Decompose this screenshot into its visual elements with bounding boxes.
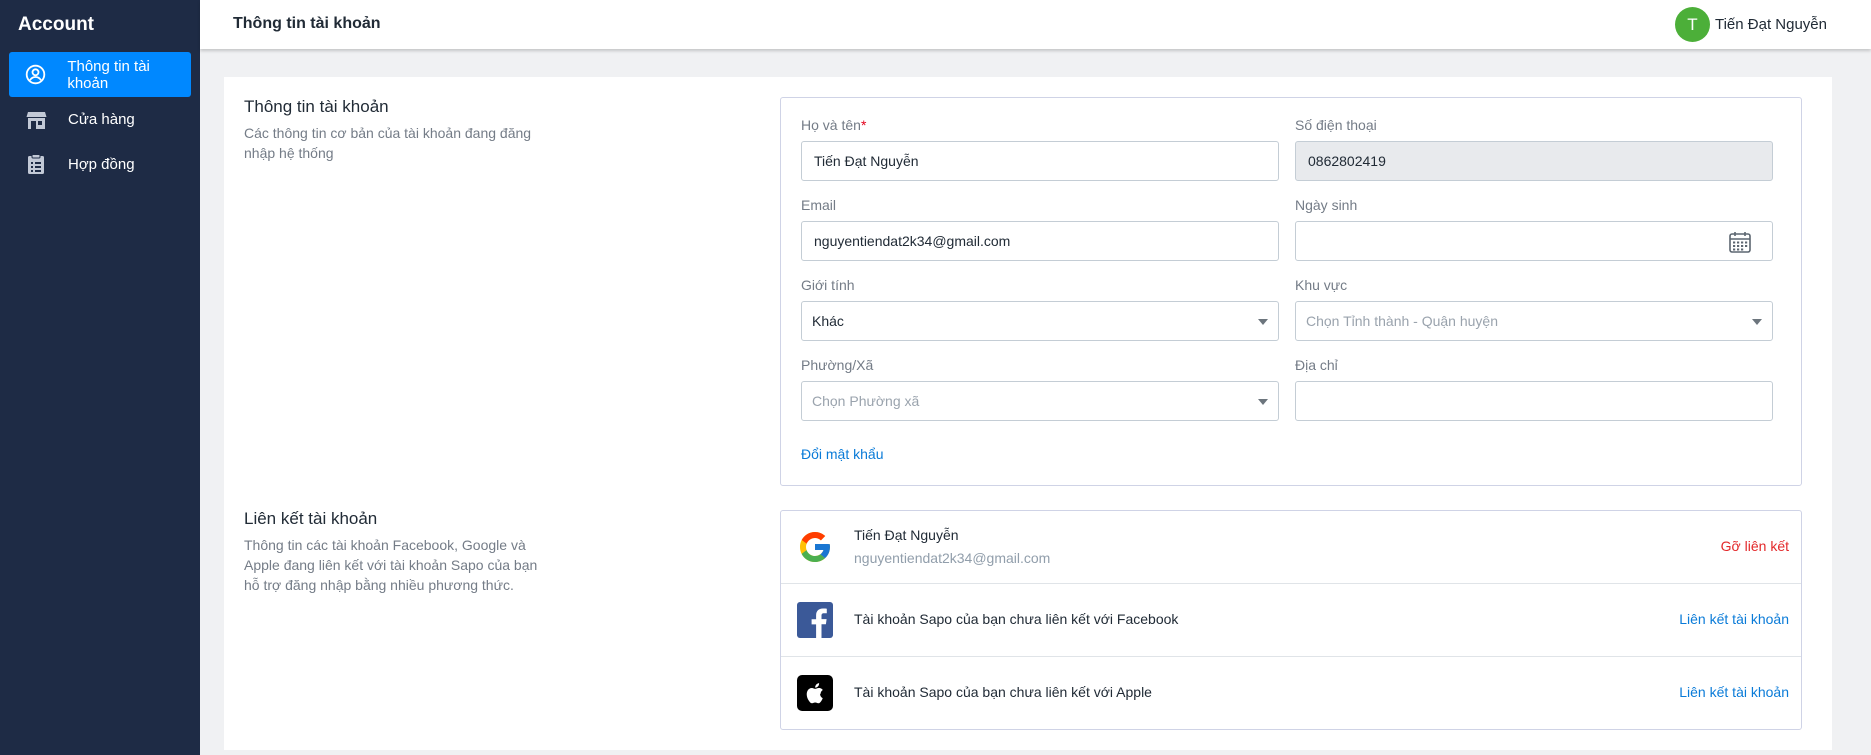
user-circle-icon <box>25 64 46 86</box>
contract-icon <box>25 154 47 176</box>
user-menu[interactable]: T Tiến Đạt Nguyễn <box>1674 7 1827 42</box>
account-form-card: Họ và tên* Tiến Đạt Nguyễn Số điện thoại… <box>780 97 1802 486</box>
phone-label: Số điện thoại <box>1295 117 1377 133</box>
full-name-input[interactable]: Tiến Đạt Nguyễn <box>801 141 1279 181</box>
link-facebook-button[interactable]: Liên kết tài khoản <box>1679 611 1789 627</box>
apple-link-row: Tài khoản Sapo của bạn chưa liên kết với… <box>781 657 1801 730</box>
change-password-link[interactable]: Đổi mật khẩu <box>801 446 883 462</box>
sidebar: Account Thông tin tài khoản Cửa hàng Hợp… <box>0 0 200 755</box>
facebook-link-row: Tài khoản Sapo của bạn chưa liên kết với… <box>781 584 1801 657</box>
account-links-section-header: Liên kết tài khoản Thông tin các tài kho… <box>244 509 554 595</box>
top-bar: Thông tin tài khoản T Tiến Đạt Nguyễn <box>200 0 1871 49</box>
required-mark: * <box>860 117 867 133</box>
region-placeholder: Chọn Tỉnh thành - Quận huyện <box>1306 313 1498 329</box>
region-field: Khu vực Chọn Tỉnh thành - Quận huyện <box>1295 277 1773 341</box>
google-account-email: nguyentiendat2k34@gmail.com <box>854 550 1051 566</box>
region-select[interactable]: Chọn Tỉnh thành - Quận huyện <box>1295 301 1773 341</box>
region-label: Khu vực <box>1295 277 1348 293</box>
apple-link-status: Tài khoản Sapo của bạn chưa liên kết với… <box>854 684 1152 700</box>
email-field: Email nguyentiendat2k34@gmail.com <box>801 197 1279 261</box>
app-title: Account <box>18 14 94 35</box>
ward-field: Phường/Xã Chọn Phường xã <box>801 357 1279 421</box>
section-description: Các thông tin cơ bản của tài khoản đang … <box>244 125 532 161</box>
gender-field: Giới tính Khác <box>801 277 1279 341</box>
sidebar-nav: Thông tin tài khoản Cửa hàng Hợp đồng <box>9 52 191 187</box>
phone-value: 0862802419 <box>1308 153 1386 169</box>
address-input[interactable] <box>1295 381 1773 421</box>
email-value: nguyentiendat2k34@gmail.com <box>814 233 1011 249</box>
sidebar-item-store[interactable]: Cửa hàng <box>9 97 191 142</box>
birthday-field: Ngày sinh <box>1295 197 1773 261</box>
facebook-link-status: Tài khoản Sapo của bạn chưa liên kết với… <box>854 611 1179 627</box>
phone-input: 0862802419 <box>1295 141 1773 181</box>
gender-select[interactable]: Khác <box>801 301 1279 341</box>
sidebar-item-label: Cửa hàng <box>68 111 135 128</box>
link-apple-button[interactable]: Liên kết tài khoản <box>1679 684 1789 700</box>
calendar-icon[interactable] <box>1728 230 1752 257</box>
email-input[interactable]: nguyentiendat2k34@gmail.com <box>801 221 1279 261</box>
store-icon <box>25 109 47 131</box>
ward-label: Phường/Xã <box>801 357 874 373</box>
full-name-label: Họ và tên <box>801 117 861 133</box>
google-account-name: Tiến Đạt Nguyễn <box>854 527 959 543</box>
apple-icon <box>797 675 833 711</box>
email-label: Email <box>801 197 837 213</box>
sidebar-item-label: Thông tin tài khoản <box>67 57 150 92</box>
sidebar-item-account-info[interactable]: Thông tin tài khoản <box>9 52 191 97</box>
ward-placeholder: Chọn Phường xã <box>812 393 920 409</box>
user-name: Tiến Đạt Nguyễn <box>1714 16 1827 33</box>
ward-select[interactable]: Chọn Phường xã <box>801 381 1279 421</box>
account-links-card: Tiến Đạt Nguyễn nguyentiendat2k34@gmail.… <box>780 510 1802 730</box>
google-link-row: Tiến Đạt Nguyễn nguyentiendat2k34@gmail.… <box>781 511 1801 584</box>
sidebar-item-contract[interactable]: Hợp đồng <box>9 142 191 187</box>
address-field: Địa chỉ <box>1295 357 1773 421</box>
page-title: Thông tin tài khoản <box>233 15 381 32</box>
address-label: Địa chỉ <box>1295 357 1338 373</box>
full-name-field: Họ và tên* Tiến Đạt Nguyễn <box>801 117 1279 181</box>
chevron-down-icon <box>1258 319 1268 325</box>
sidebar-item-label: Hợp đồng <box>68 156 135 173</box>
chevron-down-icon <box>1258 399 1268 405</box>
main-panel: Thông tin tài khoản Các thông tin cơ bản… <box>224 77 1832 750</box>
birthday-input[interactable] <box>1295 221 1773 261</box>
facebook-icon <box>797 602 833 638</box>
avatar: T <box>1674 7 1710 42</box>
section-title: Thông tin tài khoản <box>244 97 389 116</box>
phone-field: Số điện thoại 0862802419 <box>1295 117 1773 181</box>
unlink-google-button[interactable]: Gỡ liên kết <box>1721 538 1789 554</box>
section-description: Thông tin các tài khoản Facebook, Google… <box>244 537 538 593</box>
birthday-label: Ngày sinh <box>1295 197 1358 213</box>
full-name-value: Tiến Đạt Nguyễn <box>814 153 919 169</box>
google-icon <box>797 529 833 565</box>
chevron-down-icon <box>1752 319 1762 325</box>
section-title: Liên kết tài khoản <box>244 509 378 528</box>
gender-value: Khác <box>812 313 844 329</box>
account-info-section-header: Thông tin tài khoản Các thông tin cơ bản… <box>244 97 554 163</box>
gender-label: Giới tính <box>801 277 855 293</box>
